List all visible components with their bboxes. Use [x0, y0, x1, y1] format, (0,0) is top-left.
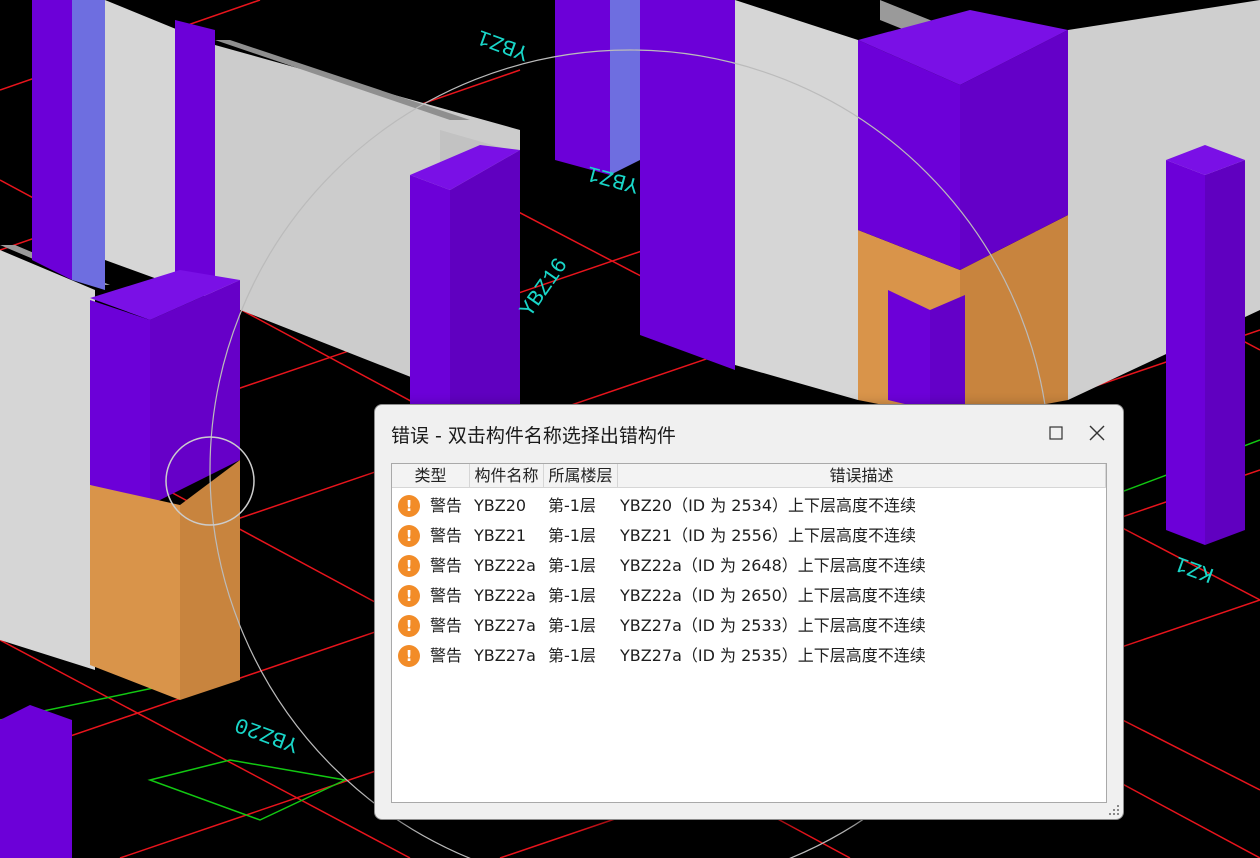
list-header: 类型 构件名称 所属楼层 错误描述: [392, 464, 1106, 488]
table-row[interactable]: ! 警告 YBZ21 第-1层 YBZ21（ID 为 2556）上下层高度不连续: [392, 521, 1106, 551]
error-list[interactable]: 类型 构件名称 所属楼层 错误描述 ! 警告 YBZ20 第-1层 YBZ20（…: [391, 463, 1107, 803]
row-type: 警告: [430, 526, 463, 545]
close-button[interactable]: [1083, 419, 1111, 447]
row-name[interactable]: YBZ27a: [474, 611, 536, 641]
row-name[interactable]: YBZ20: [474, 491, 526, 521]
row-floor: 第-1层: [548, 556, 596, 575]
maximize-button[interactable]: [1042, 419, 1070, 447]
row-name[interactable]: YBZ22a: [474, 581, 536, 611]
row-floor: 第-1层: [548, 646, 596, 665]
scene-label: YBZ20: [232, 711, 303, 757]
row-type: 警告: [430, 616, 463, 635]
row-type: 警告: [430, 646, 463, 665]
row-name[interactable]: YBZ21: [474, 521, 526, 551]
scene-label: YBZ16: [515, 254, 573, 322]
column-header-type[interactable]: 类型: [392, 464, 470, 488]
error-dialog: 错误 - 双击构件名称选择出错构件 类型 构件名称 所属楼层 错误描述 ! 警告…: [374, 404, 1124, 820]
table-row[interactable]: ! 警告 YBZ27a 第-1层 YBZ27a（ID 为 2535）上下层高度不…: [392, 641, 1106, 671]
close-icon: [1089, 425, 1105, 441]
row-description: YBZ27a（ID 为 2535）上下层高度不连续: [620, 646, 926, 665]
row-description: YBZ20（ID 为 2534）上下层高度不连续: [620, 496, 917, 515]
table-row[interactable]: ! 警告 YBZ22a 第-1层 YBZ22a（ID 为 2648）上下层高度不…: [392, 551, 1106, 581]
column-header-description[interactable]: 错误描述: [618, 464, 1106, 488]
table-row[interactable]: ! 警告 YBZ22a 第-1层 YBZ22a（ID 为 2650）上下层高度不…: [392, 581, 1106, 611]
column-header-floor[interactable]: 所属楼层: [544, 464, 618, 488]
row-type: 警告: [430, 556, 463, 575]
row-name[interactable]: YBZ27a: [474, 641, 536, 671]
warning-icon: !: [398, 645, 420, 667]
scene-label: KZ1: [1172, 550, 1218, 587]
row-type: 警告: [430, 586, 463, 605]
row-description: YBZ21（ID 为 2556）上下层高度不连续: [620, 526, 917, 545]
row-description: YBZ27a（ID 为 2533）上下层高度不连续: [620, 616, 926, 635]
warning-icon: !: [398, 495, 420, 517]
warning-icon: !: [398, 615, 420, 637]
scene-label: YBZ1: [474, 23, 532, 65]
warning-icon: !: [398, 585, 420, 607]
column-header-name[interactable]: 构件名称: [470, 464, 544, 488]
table-row[interactable]: ! 警告 YBZ27a 第-1层 YBZ27a（ID 为 2533）上下层高度不…: [392, 611, 1106, 641]
dialog-title: 错误 - 双击构件名称选择出错构件: [391, 425, 676, 447]
row-floor: 第-1层: [548, 616, 596, 635]
resize-grip-icon[interactable]: [1108, 804, 1120, 816]
row-type: 警告: [430, 496, 463, 515]
row-floor: 第-1层: [548, 496, 596, 515]
warning-icon: !: [398, 525, 420, 547]
maximize-icon: [1049, 426, 1063, 440]
row-description: YBZ22a（ID 为 2650）上下层高度不连续: [620, 586, 926, 605]
table-row[interactable]: ! 警告 YBZ20 第-1层 YBZ20（ID 为 2534）上下层高度不连续: [392, 491, 1106, 521]
row-name[interactable]: YBZ22a: [474, 551, 536, 581]
warning-icon: !: [398, 555, 420, 577]
row-description: YBZ22a（ID 为 2648）上下层高度不连续: [620, 556, 926, 575]
row-floor: 第-1层: [548, 526, 596, 545]
row-floor: 第-1层: [548, 586, 596, 605]
dialog-titlebar[interactable]: 错误 - 双击构件名称选择出错构件: [375, 405, 1123, 461]
